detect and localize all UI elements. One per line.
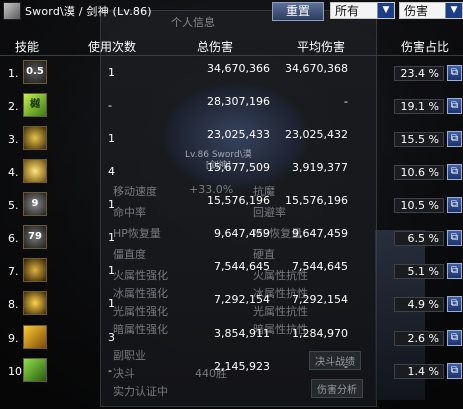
detail-window-icon[interactable]: ⧉ <box>447 230 462 246</box>
damage-percent: 10.6 % <box>394 165 444 180</box>
header-percent: 伤害占比 <box>401 40 450 54</box>
use-count: 1 <box>108 198 115 211</box>
damage-percent: 23.4 % <box>394 66 444 81</box>
row-rank: 2. <box>8 100 19 113</box>
character-avatar-icon <box>3 2 21 20</box>
detail-window-icon[interactable]: ⧉ <box>447 131 462 147</box>
damage-percent: 6.5 % <box>394 231 444 246</box>
skill-icon: 79 <box>23 225 47 249</box>
header-count: 使用次数 <box>88 40 137 54</box>
average-damage: 34,670,368 <box>285 62 348 75</box>
use-count: - <box>108 364 112 377</box>
target-filter-select[interactable]: 所有 ▼ <box>330 2 395 19</box>
total-damage: 15,677,509 <box>207 161 270 174</box>
detail-window-icon[interactable]: ⧉ <box>447 164 462 180</box>
skill-icon <box>23 258 47 282</box>
use-count: 1 <box>108 66 115 79</box>
header-average: 平均伤害 <box>297 40 346 54</box>
table-row: 4. 4 15,677,509 3,919,377 10.6 % ⧉ <box>0 155 463 188</box>
average-damage: 1,284,970 <box>292 327 348 340</box>
detail-window-icon[interactable]: ⧉ <box>447 296 462 312</box>
use-count: - <box>108 99 112 112</box>
total-damage: 2,145,923 <box>214 360 270 373</box>
row-rank: 7. <box>8 265 19 278</box>
total-damage: 7,292,154 <box>214 293 270 306</box>
total-damage: 3,854,911 <box>214 327 270 340</box>
damage-percent: 19.1 % <box>394 99 444 114</box>
average-damage: 15,576,196 <box>285 194 348 207</box>
average-damage: 7,292,154 <box>292 293 348 306</box>
use-count: 4 <box>108 165 115 178</box>
damage-percent: 15.5 % <box>394 132 444 147</box>
total-damage: 34,670,366 <box>207 62 270 75</box>
detail-window-icon[interactable]: ⧉ <box>447 98 462 114</box>
row-rank: 1. <box>8 67 19 80</box>
use-count: 1 <box>108 297 115 310</box>
table-row: 3. 1 23,025,433 23,025,432 15.5 % ⧉ <box>0 122 463 155</box>
damage-percent: 2.6 % <box>394 331 444 346</box>
header-skill: 技能 <box>15 40 40 54</box>
detail-window-icon[interactable]: ⧉ <box>447 65 462 81</box>
average-damage: 23,025,432 <box>285 128 348 141</box>
average-damage: - <box>344 95 348 108</box>
header-total: 总伤害 <box>197 40 234 54</box>
use-count: 1 <box>108 132 115 145</box>
target-filter-value: 所有 <box>335 4 360 18</box>
average-damage: 3,919,377 <box>292 161 348 174</box>
table-row: 7. 1 7,544,645 7,544,645 5.1 % ⧉ <box>0 254 463 287</box>
damage-statistics-window: 个人信息 Lv.86 Sword\漠 [剑神] 移动速度 +33.0% 抗魔 命… <box>0 0 463 409</box>
chevron-down-icon[interactable]: ▼ <box>377 3 394 18</box>
row-rank: 3. <box>8 133 19 146</box>
total-damage: 15,576,196 <box>207 194 270 207</box>
total-damage: 28,307,196 <box>207 95 270 108</box>
average-damage: 9,647,459 <box>292 227 348 240</box>
damage-percent: 10.5 % <box>394 198 444 213</box>
skill-icon <box>23 159 47 183</box>
row-rank: 9. <box>8 332 19 345</box>
detail-window-icon[interactable]: ⧉ <box>447 263 462 279</box>
skill-icon <box>23 126 47 150</box>
skill-icon <box>23 358 47 382</box>
table-row: 10. - 2,145,923 - 1.4 % ⧉ <box>0 354 463 387</box>
skill-icon <box>23 325 47 349</box>
reset-button[interactable]: 重置 <box>272 2 324 21</box>
total-damage: 9,647,459 <box>214 227 270 240</box>
window-title: Sword\漠 / 剑神 (Lv.86) <box>25 5 152 18</box>
table-row: 6. 79 1 9,647,459 9,647,459 6.5 % ⧉ <box>0 221 463 254</box>
table-row: 2. 樾 - 28,307,196 - 19.1 % ⧉ <box>0 89 463 122</box>
row-rank: 5. <box>8 199 19 212</box>
use-count: 1 <box>108 231 115 244</box>
table-row: 5. 9 1 15,576,196 15,576,196 10.5 % ⧉ <box>0 188 463 221</box>
metric-filter-value: 伤害 <box>404 4 429 18</box>
skill-icon: 9 <box>23 192 47 216</box>
row-rank: 6. <box>8 232 19 245</box>
damage-percent: 5.1 % <box>394 264 444 279</box>
total-damage: 7,544,645 <box>214 260 270 273</box>
detail-window-icon[interactable]: ⧉ <box>447 197 462 213</box>
damage-percent: 1.4 % <box>394 364 444 379</box>
chevron-down-icon[interactable]: ▼ <box>445 3 462 18</box>
detail-window-icon[interactable]: ⧉ <box>447 330 462 346</box>
row-rank: 8. <box>8 298 19 311</box>
toolbar: Sword\漠 / 剑神 (Lv.86) 重置 所有 ▼ 伤害 ▼ <box>0 0 463 21</box>
average-damage: 7,544,645 <box>292 260 348 273</box>
table-row: 8. 1 7,292,154 7,292,154 4.9 % ⧉ <box>0 287 463 320</box>
skill-icon: 樾 <box>23 93 47 117</box>
table-row: 1. 0.5 1 34,670,366 34,670,368 23.4 % ⧉ <box>0 56 463 89</box>
total-damage: 23,025,433 <box>207 128 270 141</box>
skill-icon: 0.5 <box>23 60 47 84</box>
damage-percent: 4.9 % <box>394 297 444 312</box>
row-rank: 4. <box>8 166 19 179</box>
table-row: 9. 3 3,854,911 1,284,970 2.6 % ⧉ <box>0 321 463 354</box>
detail-window-icon[interactable]: ⧉ <box>447 363 462 379</box>
average-damage: - <box>344 360 348 373</box>
use-count: 1 <box>108 264 115 277</box>
metric-filter-select[interactable]: 伤害 ▼ <box>399 2 463 19</box>
skill-icon <box>23 291 47 315</box>
use-count: 3 <box>108 331 115 344</box>
